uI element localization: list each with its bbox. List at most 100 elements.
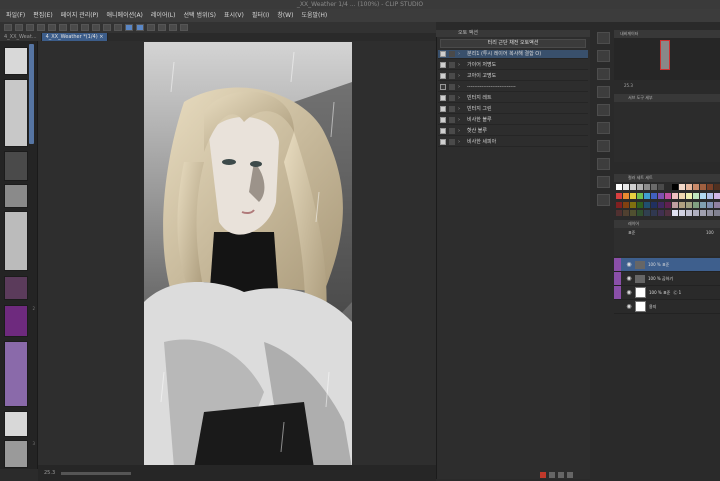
expand-arrow-icon[interactable]: › [458, 83, 464, 92]
action-enabled-checkbox[interactable] [440, 106, 446, 112]
action-dialog-toggle[interactable] [449, 117, 455, 123]
action-enabled-checkbox[interactable] [440, 139, 446, 145]
color-swatch[interactable] [665, 184, 671, 190]
color-swatch[interactable] [623, 201, 629, 208]
action-dialog-toggle[interactable] [449, 84, 455, 90]
color-swatch[interactable] [651, 210, 657, 217]
record-icon[interactable] [540, 472, 546, 478]
action-enabled-checkbox[interactable] [440, 73, 446, 79]
color-swatch[interactable] [616, 201, 622, 208]
color-swatch[interactable] [679, 184, 685, 190]
deselect-icon[interactable] [92, 24, 100, 31]
auto-action-icon[interactable] [596, 176, 610, 188]
action-enabled-checkbox[interactable] [440, 62, 446, 68]
material-icon[interactable] [596, 158, 610, 170]
color-swatch[interactable] [651, 192, 657, 199]
color-swatch[interactable] [714, 210, 720, 217]
expand-arrow-icon[interactable]: › [458, 105, 464, 114]
assets-icon[interactable] [169, 24, 177, 31]
color-swatch[interactable] [679, 192, 685, 199]
crop-icon[interactable] [114, 24, 122, 31]
color-swatch[interactable] [714, 201, 720, 208]
color-swatch[interactable] [679, 201, 685, 208]
save-icon[interactable] [26, 24, 34, 31]
color-swatch[interactable] [679, 210, 685, 217]
auto-action-item[interactable]: › 가이어 저명도 [438, 61, 588, 70]
clip-studio-icon[interactable] [158, 24, 166, 31]
color-swatch[interactable] [665, 201, 671, 208]
zoom-slider[interactable] [61, 471, 132, 475]
new-icon[interactable] [4, 24, 12, 31]
color-swatch[interactable] [686, 210, 692, 217]
visibility-eye-icon[interactable]: ◉ [625, 289, 633, 297]
redo-icon[interactable] [48, 24, 56, 31]
color-wheel-icon[interactable] [596, 104, 610, 116]
layer-row[interactable]: ◉ 용지 [614, 300, 720, 314]
color-swatch[interactable] [644, 201, 650, 208]
auto-action-item[interactable]: › 비사한 블루 [438, 116, 588, 125]
action-enabled-checkbox[interactable] [440, 128, 446, 134]
snap-ruler-icon[interactable] [125, 24, 133, 31]
auto-action-item[interactable]: › 비사한 세피아 [438, 138, 588, 147]
expand-arrow-icon[interactable]: › [458, 50, 464, 59]
action-enabled-checkbox[interactable] [440, 95, 446, 101]
layer-row[interactable]: ◉ 100 % 표준 Ⓒ 1 [614, 286, 720, 300]
navigator-icon[interactable] [596, 32, 610, 44]
invert-selection-icon[interactable] [103, 24, 111, 31]
tab-document-2[interactable]: 4_XX_Weather *(1/4) × [41, 33, 109, 41]
layer-row[interactable]: ◉ 100 % 곱하기 [614, 272, 720, 286]
auto-action-item[interactable]: › 핫산 블루 [438, 127, 588, 136]
page-thumbnail[interactable] [4, 411, 28, 437]
color-swatch[interactable] [700, 184, 706, 190]
layer-property-icon[interactable] [596, 122, 610, 134]
new-action-icon[interactable] [558, 472, 564, 478]
brush-size-icon[interactable] [596, 86, 610, 98]
blend-mode-dropdown[interactable]: 표준 [628, 230, 635, 236]
color-swatch[interactable] [693, 184, 699, 190]
page-thumbnail[interactable] [4, 276, 28, 300]
visibility-eye-icon[interactable]: ◉ [625, 261, 633, 269]
color-swatch[interactable] [672, 210, 678, 217]
menu-view[interactable]: 표시(V) [224, 9, 244, 22]
visibility-eye-icon[interactable]: ◉ [625, 303, 633, 311]
navigator-zoom-value[interactable]: 25.3 [624, 83, 633, 88]
color-swatch[interactable] [686, 192, 692, 199]
tool-property-icon[interactable] [596, 68, 610, 80]
color-swatch[interactable] [658, 210, 664, 217]
item-bank-icon[interactable] [596, 194, 610, 206]
color-swatch[interactable] [644, 192, 650, 199]
snap-grid-icon[interactable] [136, 24, 144, 31]
color-swatch[interactable] [630, 184, 636, 190]
action-dialog-toggle[interactable] [449, 139, 455, 145]
color-swatch[interactable] [658, 184, 664, 190]
menu-selection[interactable]: 선택 범위(S) [184, 9, 216, 22]
color-swatch[interactable] [637, 192, 643, 199]
menu-help[interactable]: 도움말(H) [301, 9, 327, 22]
expand-arrow-icon[interactable]: › [458, 138, 464, 147]
color-swatch[interactable] [707, 192, 713, 199]
color-swatch[interactable] [700, 192, 706, 199]
expand-arrow-icon[interactable]: › [458, 61, 464, 70]
action-dialog-toggle[interactable] [449, 95, 455, 101]
navigator-canvas-frame[interactable] [660, 40, 670, 70]
menu-file[interactable]: 파일(F) [6, 9, 25, 22]
color-swatch[interactable] [700, 210, 706, 217]
layer-row[interactable]: ◉ 100 % 표준 [614, 258, 720, 272]
color-swatch[interactable] [644, 184, 650, 190]
color-swatch[interactable] [651, 184, 657, 190]
history-icon[interactable] [596, 140, 610, 152]
color-swatch[interactable] [665, 192, 671, 199]
page-thumbnail[interactable]: 2 [4, 305, 35, 337]
opacity-value[interactable]: 100 [706, 230, 714, 235]
menu-layer[interactable]: 레이어(L) [151, 9, 176, 22]
action-dialog-toggle[interactable] [449, 62, 455, 68]
canvas-artwork[interactable] [144, 42, 352, 468]
color-swatch[interactable] [672, 192, 678, 199]
color-swatch[interactable] [623, 184, 629, 190]
color-swatch[interactable] [686, 184, 692, 190]
page-thumbnail[interactable] [4, 79, 28, 147]
navigator-scrollbar[interactable] [29, 44, 34, 144]
play-icon[interactable] [549, 472, 555, 478]
menu-page[interactable]: 페이지 관리(P) [61, 9, 99, 22]
color-swatch[interactable] [672, 184, 678, 190]
